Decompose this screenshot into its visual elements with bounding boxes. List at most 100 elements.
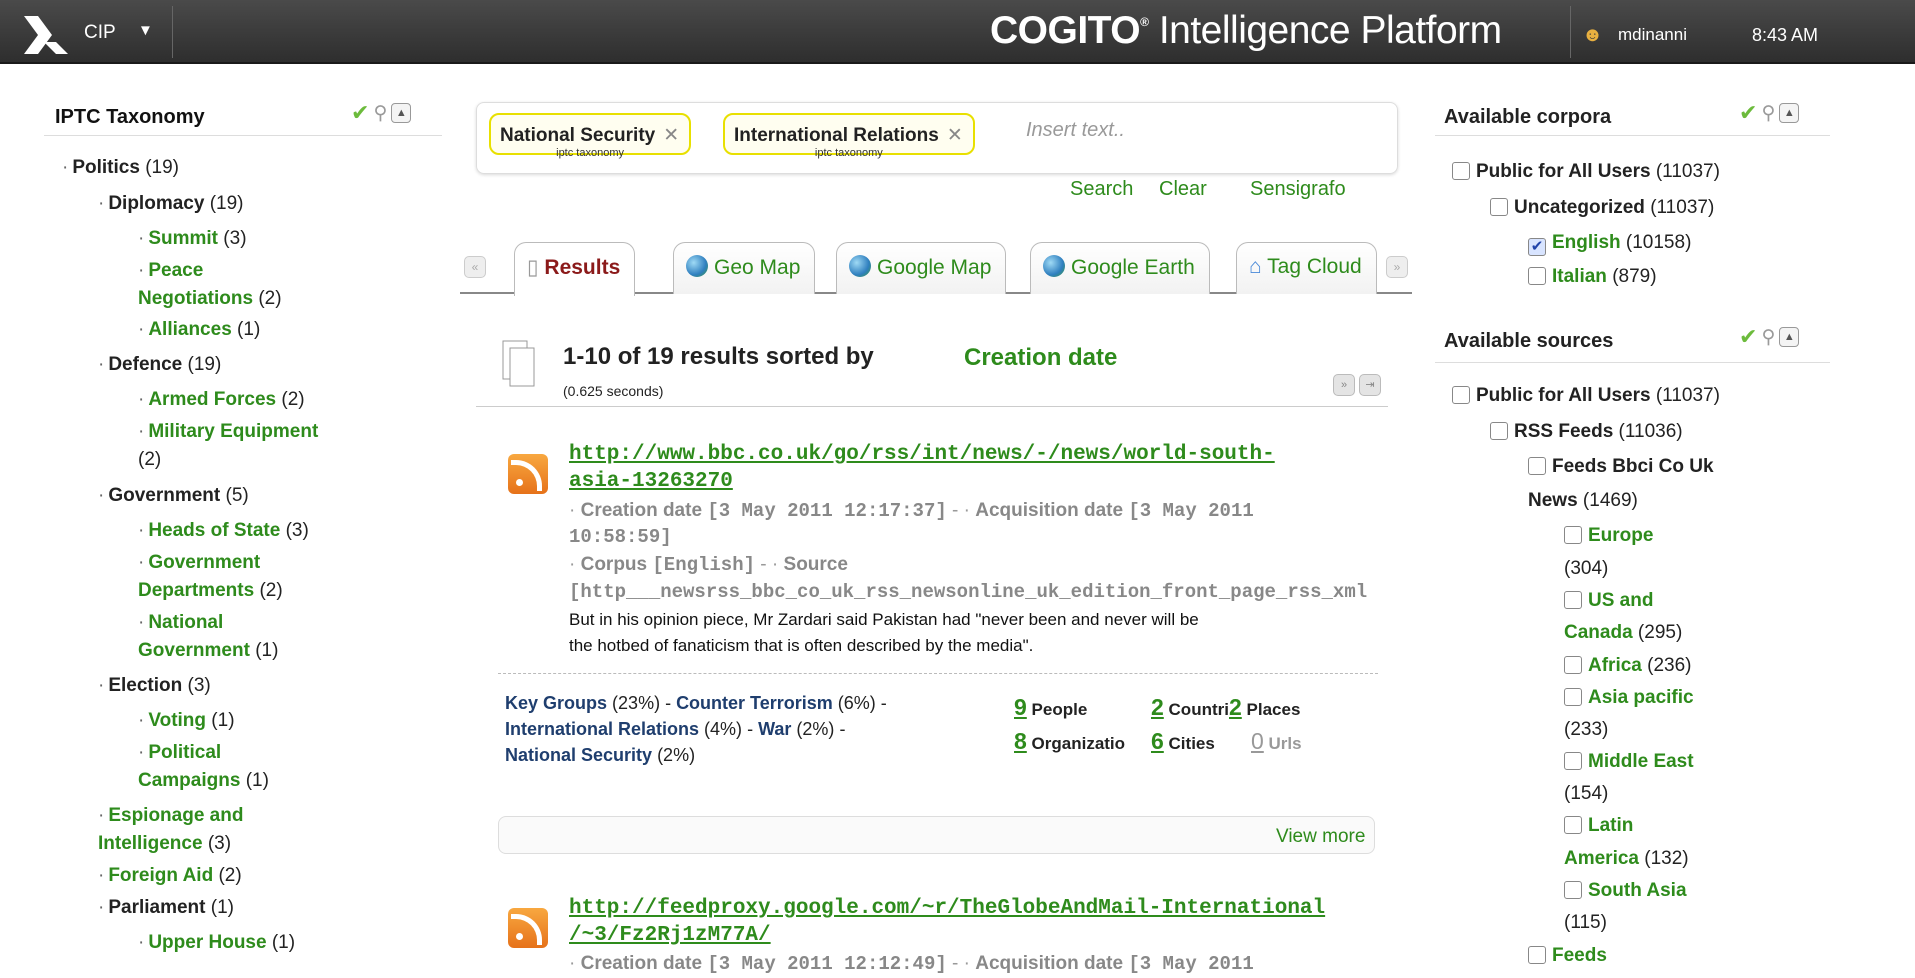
source-item-feeds[interactable]: Feeds <box>1528 942 1607 970</box>
tab-tag-cloud[interactable]: ⌂ Tag Cloud <box>1236 242 1377 294</box>
tag-link[interactable]: International Relations <box>505 719 699 739</box>
result-link-cont[interactable]: asia-13263270 <box>569 468 733 496</box>
search-icon[interactable]: ⚲ <box>1761 326 1775 349</box>
tag-link[interactable]: War <box>758 719 791 739</box>
search-input[interactable]: Insert text.. <box>1026 119 1125 142</box>
tag-link[interactable]: Counter Terrorism <box>676 693 833 713</box>
tree-item-summit[interactable]: · Summit (3) <box>138 225 247 253</box>
tree-item-politics[interactable]: · Politics (19) <box>62 154 179 182</box>
checkbox[interactable] <box>1452 386 1470 404</box>
search-icon[interactable]: ⚲ <box>1761 102 1775 125</box>
check-icon[interactable]: ✔ <box>1739 324 1757 350</box>
checkbox[interactable] <box>1528 267 1546 285</box>
corpus-item-public[interactable]: Public for All Users (11037) <box>1452 158 1720 186</box>
checkbox-checked[interactable]: ✔ <box>1528 238 1546 256</box>
search-button[interactable]: Search <box>1070 178 1133 201</box>
tree-item-national-government-cont[interactable]: Government (1) <box>138 637 278 665</box>
collapse-icon[interactable]: ▲ <box>1779 103 1800 123</box>
source-item-south-asia[interactable]: South Asia <box>1564 877 1687 905</box>
tab-google-map[interactable]: Google Map <box>836 242 1007 294</box>
tree-item-armed-forces[interactable]: · Armed Forces (2) <box>138 386 305 414</box>
result-link-cont[interactable]: /~3/Fz2Rj1zM77A/ <box>569 922 771 950</box>
checkbox[interactable] <box>1564 688 1582 706</box>
tabs-scroll-left-icon[interactable]: « <box>464 256 486 278</box>
tree-item-election[interactable]: · Election (3) <box>98 672 211 700</box>
source-item-us-canada-cont[interactable]: Canada (295) <box>1564 619 1682 647</box>
checkbox[interactable] <box>1564 752 1582 770</box>
result-link[interactable]: http://www.bbc.co.uk/go/rss/int/news/-/n… <box>569 441 1275 469</box>
tab-google-earth[interactable]: Google Earth <box>1030 242 1210 294</box>
collapse-icon[interactable]: ▲ <box>391 103 412 123</box>
stat-countries[interactable]: 2 Countrie <box>1151 694 1229 721</box>
search-icon[interactable]: ⚲ <box>373 102 387 125</box>
close-icon[interactable]: ✕ <box>663 125 679 146</box>
tree-item-political-campaigns-cont[interactable]: Campaigns (1) <box>138 767 269 795</box>
source-item-bbci-cont[interactable]: News (1469) <box>1528 487 1638 515</box>
stat-places[interactable]: 2 Places <box>1229 694 1300 721</box>
checkbox[interactable] <box>1564 656 1582 674</box>
tree-item-government-departments[interactable]: · Government <box>138 549 260 577</box>
tree-item-peace-negotiations-cont[interactable]: Negotiations (2) <box>138 285 282 313</box>
tree-item-government[interactable]: · Government (5) <box>98 482 249 510</box>
tab-results[interactable]: ▯ Results <box>514 242 636 296</box>
tree-item-espionage[interactable]: · Espionage and <box>98 802 243 830</box>
checkbox[interactable] <box>1452 162 1470 180</box>
tree-item-diplomacy[interactable]: · Diplomacy (19) <box>98 190 244 218</box>
source-item-bbci[interactable]: Feeds Bbci Co Uk <box>1528 453 1714 481</box>
checkbox[interactable] <box>1564 816 1582 834</box>
sort-field[interactable]: Creation date <box>964 344 1117 372</box>
tree-item-heads-of-state[interactable]: · Heads of State (3) <box>138 517 309 545</box>
app-switcher[interactable]: CIP <box>84 22 116 44</box>
tree-item-voting[interactable]: · Voting (1) <box>138 707 235 735</box>
source-item-rss[interactable]: RSS Feeds (11036) <box>1490 418 1683 446</box>
corpus-item-uncategorized[interactable]: Uncategorized (11037) <box>1490 194 1714 222</box>
source-item-middle-east[interactable]: Middle East <box>1564 748 1694 776</box>
collapse-icon[interactable]: ▲ <box>1779 327 1800 347</box>
corpus-item-english[interactable]: ✔ English (10158) <box>1528 229 1691 257</box>
stat-cities[interactable]: 6 Cities <box>1151 728 1215 755</box>
search-chip-national-security[interactable]: National Security ✕ iptc taxonomy <box>489 113 692 159</box>
source-item-us-canada[interactable]: US and <box>1564 587 1653 615</box>
stat-people[interactable]: 9 People <box>1014 694 1087 721</box>
close-icon[interactable]: ✕ <box>947 125 963 146</box>
check-icon[interactable]: ✔ <box>1739 100 1757 126</box>
tabs-scroll-right-icon[interactable]: » <box>1386 256 1408 278</box>
tab-geo-map[interactable]: Geo Map <box>673 242 816 294</box>
username[interactable]: mdinanni <box>1618 25 1687 45</box>
tree-item-espionage-cont[interactable]: Intelligence (3) <box>98 830 231 858</box>
cogito-logo-icon[interactable] <box>24 16 68 54</box>
tree-item-national-government[interactable]: · National <box>138 609 223 637</box>
checkbox[interactable] <box>1564 526 1582 544</box>
tree-item-government-departments-cont[interactable]: Departments (2) <box>138 577 283 605</box>
tree-item-defence[interactable]: · Defence (19) <box>98 351 221 379</box>
chevron-down-icon[interactable]: ▼ <box>138 22 153 39</box>
source-item-asia-pacific[interactable]: Asia pacific <box>1564 684 1694 712</box>
corpus-item-italian[interactable]: Italian (879) <box>1528 263 1657 291</box>
clear-button[interactable]: Clear <box>1159 178 1207 201</box>
search-chip-international-relations[interactable]: International Relations ✕ iptc taxonomy <box>723 113 975 159</box>
stat-urls[interactable]: 0 Urls <box>1251 728 1302 755</box>
tree-item-parliament[interactable]: · Parliament (1) <box>98 894 234 922</box>
source-item-europe[interactable]: Europe <box>1564 522 1653 550</box>
tree-item-political-campaigns[interactable]: · Political <box>138 739 221 767</box>
source-item-africa[interactable]: Africa (236) <box>1564 652 1692 680</box>
tag-link[interactable]: National Security <box>505 745 652 765</box>
check-icon[interactable]: ✔ <box>351 100 369 126</box>
checkbox[interactable] <box>1528 946 1546 964</box>
tree-item-upper-house[interactable]: · Upper House (1) <box>138 929 295 957</box>
view-more-link[interactable]: View more <box>1276 826 1365 848</box>
tree-item-alliances[interactable]: · Alliances (1) <box>138 316 260 344</box>
source-item-public[interactable]: Public for All Users (11037) <box>1452 382 1720 410</box>
tree-item-foreign-aid[interactable]: · Foreign Aid (2) <box>98 862 242 890</box>
tree-item-peace-negotiations[interactable]: · Peace <box>138 257 203 285</box>
source-item-latin-america-cont[interactable]: America (132) <box>1564 845 1689 873</box>
result-link[interactable]: http://feedproxy.google.com/~r/TheGlobeA… <box>569 895 1325 923</box>
search-box[interactable]: National Security ✕ iptc taxonomy Internat… <box>476 102 1398 174</box>
source-item-latin-america[interactable]: Latin <box>1564 812 1633 840</box>
checkbox[interactable] <box>1490 198 1508 216</box>
next-page-icon[interactable]: » <box>1333 374 1355 396</box>
last-page-icon[interactable]: ⇥ <box>1359 374 1381 396</box>
tree-item-military-equipment[interactable]: · Military Equipment <box>138 418 318 446</box>
checkbox[interactable] <box>1564 881 1582 899</box>
stat-organizations[interactable]: 8 Organizatio <box>1014 728 1149 755</box>
